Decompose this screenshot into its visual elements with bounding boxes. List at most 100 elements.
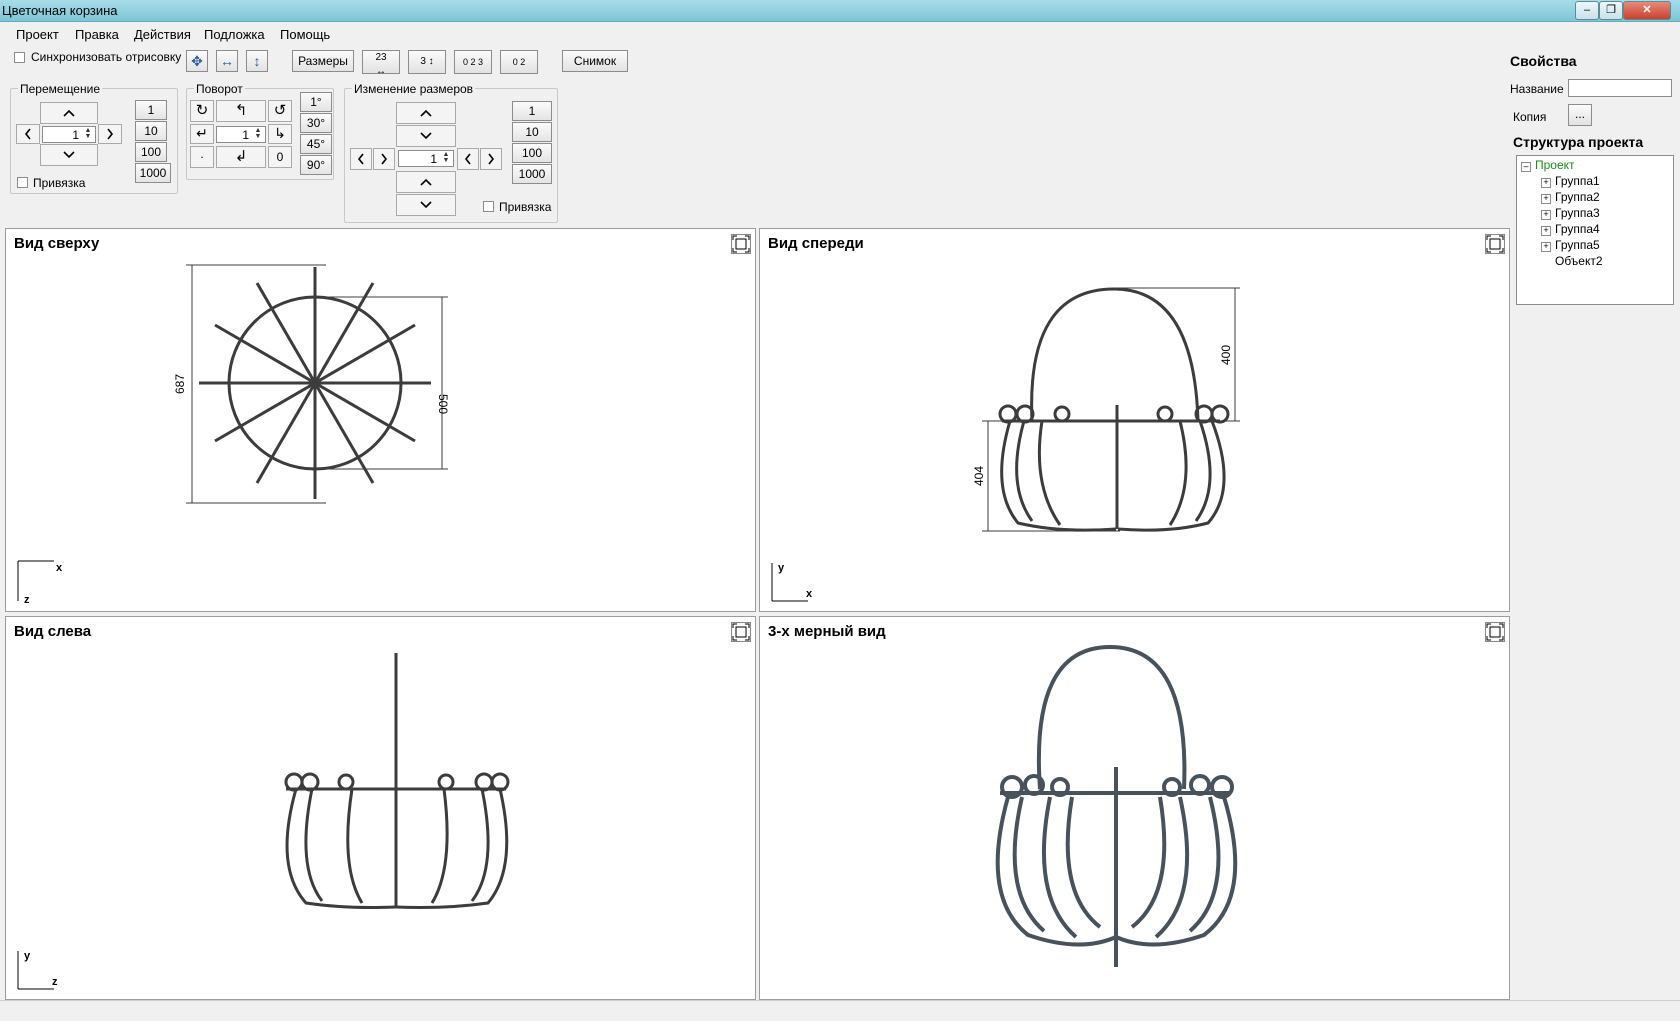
dimension-horizontal-button[interactable]: 23 ↔ xyxy=(362,50,400,77)
rotate-ccw-icon[interactable]: ↺ xyxy=(268,100,292,122)
spinner-arrows-icon[interactable]: ▲ ▼ xyxy=(82,127,94,141)
resize-snap-label: Привязка xyxy=(499,200,552,214)
name-label: Название xyxy=(1510,82,1564,96)
dimension-body-label: 404 xyxy=(972,466,986,486)
top-view-panel[interactable]: Вид сверху 687 500 x z xyxy=(5,228,756,612)
move-step-10-button[interactable]: 10 xyxy=(135,121,167,141)
collapse-icon[interactable]: – xyxy=(1521,162,1531,172)
resize-step-100-button[interactable]: 100 xyxy=(512,143,552,163)
resize-step-1000-button[interactable]: 1000 xyxy=(512,164,552,184)
menu-actions[interactable]: Действия xyxy=(134,27,191,42)
axis-z-label: z xyxy=(24,594,30,605)
rotate-1deg-button[interactable]: 1° xyxy=(300,92,332,112)
title-bar: Цветочная корзина – ❐ ✕ xyxy=(0,0,1680,22)
move-right-button[interactable] xyxy=(98,124,122,144)
expand-icon[interactable]: + xyxy=(1541,210,1551,220)
rotate-step-input[interactable]: 1 ▲ ▼ xyxy=(216,126,266,143)
maximize-button[interactable]: ❐ xyxy=(1599,1,1623,20)
axis-x-label: x xyxy=(56,562,63,574)
axis-indicator-icon: y x xyxy=(771,562,813,602)
resize-step-input[interactable]: 1 ▲ ▼ xyxy=(398,150,454,167)
move-step-1-button[interactable]: 1 xyxy=(135,100,167,120)
tree-node-object[interactable]: Объект2 xyxy=(1555,254,1603,268)
tree-node-group3[interactable]: Группа3 xyxy=(1555,206,1600,220)
dimension-vertical-button[interactable]: 3 ↕ xyxy=(408,50,446,74)
tree-node-group5[interactable]: Группа5 xyxy=(1555,238,1600,252)
resize-snap-checkbox[interactable] xyxy=(483,201,494,212)
dimension-inner-label: 500 xyxy=(436,394,450,414)
sizes-button[interactable]: Размеры xyxy=(292,50,354,72)
axis-y-label: y xyxy=(778,562,785,574)
axis-indicator-icon: y z xyxy=(17,950,58,990)
tree-node-group4[interactable]: Группа4 xyxy=(1555,222,1600,236)
sync-label: Синхронизовать отрисовку xyxy=(31,50,182,64)
move-up-button[interactable] xyxy=(40,102,98,124)
rotate-left-icon[interactable]: ↵ xyxy=(190,124,214,144)
tree-node-root[interactable]: Проект xyxy=(1535,158,1575,172)
dimension-chain-button[interactable]: 0 2 3 xyxy=(454,50,492,74)
resize-down-outer-button[interactable] xyxy=(396,194,456,216)
menu-help[interactable]: Помощь xyxy=(280,27,330,42)
axis-indicator-icon: x z xyxy=(17,560,63,605)
name-input[interactable] xyxy=(1568,79,1672,97)
threed-view-panel[interactable]: 3-х мерный вид xyxy=(759,616,1510,1000)
rotate-90deg-button[interactable]: 90° xyxy=(300,155,332,175)
rotate-zero-button[interactable]: 0 xyxy=(268,146,292,168)
resize-up-inner-button[interactable] xyxy=(396,171,456,193)
resize-group-title: Изменение размеров xyxy=(352,82,476,96)
rotate-up-icon[interactable]: ↰ xyxy=(216,100,266,122)
menu-project[interactable]: Проект xyxy=(16,27,59,42)
left-view-panel[interactable]: Вид слева y z xyxy=(5,616,756,1000)
vertical-arrows-icon[interactable]: ↕ xyxy=(246,50,268,72)
expand-icon[interactable]: + xyxy=(1541,242,1551,252)
resize-left-outer-button[interactable] xyxy=(350,148,372,170)
tree-node-group2[interactable]: Группа2 xyxy=(1555,190,1600,204)
front-view-panel[interactable]: Вид спереди 400 404 y x xyxy=(759,228,1510,612)
front-view-drawing: 400 404 xyxy=(972,287,1240,532)
project-tree[interactable]: – Проект + Группа1 + Группа2 + Группа3 +… xyxy=(1516,155,1674,305)
structure-title: Структура проекта xyxy=(1513,134,1644,150)
sync-checkbox[interactable] xyxy=(14,52,25,63)
minimize-button[interactable]: – xyxy=(1575,1,1599,20)
tree-node-group1[interactable]: Группа1 xyxy=(1555,174,1600,188)
spinner-arrows-icon[interactable]: ▲ ▼ xyxy=(440,151,452,165)
move-group-title: Перемещение xyxy=(18,82,102,96)
move-down-button[interactable] xyxy=(40,144,98,166)
move-tool-icon[interactable]: ✥ xyxy=(186,50,208,72)
rotate-cw-icon[interactable]: ↻ xyxy=(190,100,214,122)
resize-step-1-button[interactable]: 1 xyxy=(512,101,552,121)
rotate-right-icon[interactable]: ↳ xyxy=(268,124,292,144)
rotate-45deg-button[interactable]: 45° xyxy=(300,134,332,154)
dimension-horizontal-label: 23 xyxy=(375,52,387,63)
menu-underlay[interactable]: Подложка xyxy=(204,27,265,42)
rotate-down-icon[interactable]: ↲ xyxy=(216,146,266,168)
expand-icon[interactable]: + xyxy=(1541,194,1551,204)
spinner-arrows-icon[interactable]: ▲ ▼ xyxy=(252,127,264,141)
menu-edit[interactable]: Правка xyxy=(75,27,119,42)
rotate-dot-button[interactable]: . xyxy=(190,146,214,168)
expand-icon[interactable]: + xyxy=(1541,226,1551,236)
snapshot-button[interactable]: Снимок xyxy=(562,50,628,72)
rotate-30deg-button[interactable]: 30° xyxy=(300,113,332,133)
move-step-input[interactable]: 1 ▲ ▼ xyxy=(42,126,96,143)
copy-label: Копия xyxy=(1513,110,1547,124)
close-button[interactable]: ✕ xyxy=(1623,1,1671,20)
resize-step-10-button[interactable]: 10 xyxy=(512,122,552,142)
copy-button[interactable]: ... xyxy=(1568,104,1592,126)
resize-up-outer-button[interactable] xyxy=(396,102,456,124)
resize-right-outer-button[interactable] xyxy=(480,148,502,170)
expand-icon[interactable]: + xyxy=(1541,178,1551,188)
move-snap-checkbox[interactable] xyxy=(17,177,28,188)
menu-bar: Проект Правка Действия Подложка Помощь xyxy=(0,22,1680,46)
dimension-vertical-label: 3 xyxy=(420,56,426,67)
resize-right-inner-button[interactable] xyxy=(373,148,395,170)
move-step-100-button[interactable]: 100 xyxy=(135,142,167,162)
resize-down-inner-button[interactable] xyxy=(396,125,456,147)
dimension-handle-label: 400 xyxy=(1219,345,1233,365)
dimension-stack-button[interactable]: 0 2 xyxy=(500,50,538,74)
status-bar xyxy=(0,1000,1680,1021)
move-left-button[interactable] xyxy=(16,124,40,144)
horizontal-arrows-icon[interactable]: ↔ xyxy=(216,50,238,72)
resize-left-inner-button[interactable] xyxy=(457,148,479,170)
move-step-1000-button[interactable]: 1000 xyxy=(135,163,171,183)
